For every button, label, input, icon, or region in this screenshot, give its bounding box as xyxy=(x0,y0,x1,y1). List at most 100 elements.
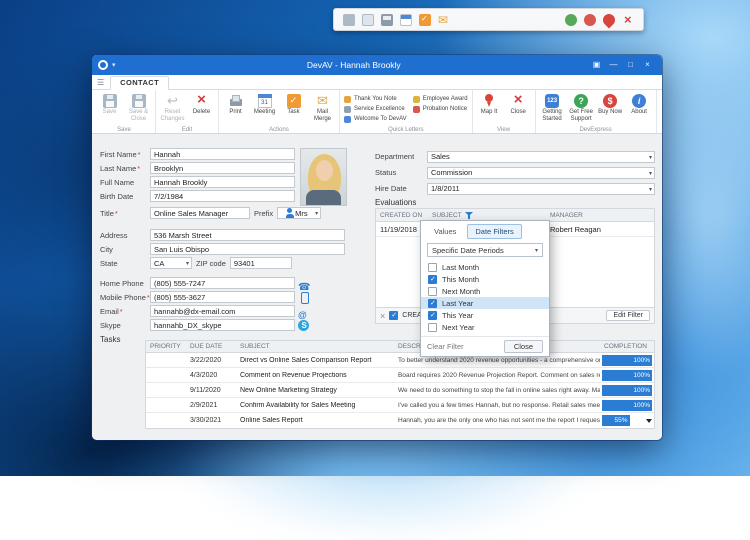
status-label: Status xyxy=(375,168,427,177)
email-field[interactable]: hannahb@dx-email.com xyxy=(150,305,295,317)
quick-access-arrow-icon[interactable]: ▾ xyxy=(112,61,116,69)
checkbox[interactable] xyxy=(428,311,437,320)
minimize-button[interactable]: — xyxy=(605,55,622,75)
skype-field[interactable]: hannahb_DX_skype xyxy=(150,319,295,331)
tab-values[interactable]: Values xyxy=(426,224,464,239)
app-window: ▾ DevAV - Hannah Brookly ▣ — □ × ☰ CONTA… xyxy=(92,55,662,440)
getting-started-button[interactable]: Getting Started xyxy=(538,92,567,124)
hire-date-combo[interactable]: 1/8/2011 xyxy=(427,183,655,195)
delete-button[interactable]: Delete xyxy=(187,92,216,124)
home-phone-field[interactable]: (805) 555-7247 xyxy=(150,277,295,289)
city-label: City xyxy=(100,245,150,254)
clear-filter-button[interactable]: Clear Filter xyxy=(427,342,464,351)
quick-letter-thank-you-note[interactable]: Thank You Note xyxy=(342,94,409,104)
title-field[interactable]: Online Sales Manager xyxy=(150,207,250,219)
close-red-icon xyxy=(511,94,525,108)
filter-option-this-year[interactable]: This Year xyxy=(421,309,549,321)
filter-option-last-month[interactable]: Last Month xyxy=(421,261,549,273)
edit-filter-button[interactable]: Edit Filter xyxy=(606,310,650,321)
ribbon: Save Save & Close Save Reset Changes Del… xyxy=(92,90,662,134)
completion-dropdown-icon[interactable] xyxy=(646,419,652,423)
checkbox[interactable] xyxy=(428,323,437,332)
reset-changes-button[interactable]: Reset Changes xyxy=(158,92,187,124)
prefix-combo[interactable]: Mrs xyxy=(277,207,321,219)
map-it-button[interactable]: Map It xyxy=(475,92,504,124)
zip-field[interactable]: 93401 xyxy=(230,257,292,269)
quick-letters-list: Thank You Note Service Excellence Welcom… xyxy=(342,92,470,124)
save-and-close-button[interactable]: Save & Close xyxy=(124,92,153,124)
birth-date-field[interactable]: 7/2/1984 xyxy=(150,190,295,202)
buy-now-button[interactable]: Buy Now xyxy=(596,92,625,124)
city-field[interactable]: San Luis Obispo xyxy=(150,243,345,255)
close-popup-button[interactable]: Close xyxy=(504,340,543,353)
column-header-priority[interactable]: PRIORITY xyxy=(146,343,186,350)
filter-funnel-icon[interactable] xyxy=(465,211,473,219)
tab-contact[interactable]: CONTACT xyxy=(110,76,169,90)
meeting-button[interactable]: Meeting xyxy=(250,92,279,124)
skype-icon xyxy=(298,320,309,331)
column-header-subject[interactable]: SUBJECT xyxy=(428,211,546,219)
about-button[interactable]: About xyxy=(625,92,654,124)
app-logo-icon xyxy=(98,60,108,70)
subject-cell: Confirm Availability for Sales Meeting xyxy=(236,402,394,409)
column-header-subject[interactable]: SUBJECT xyxy=(236,343,394,350)
quick-letter-service-excellence[interactable]: Service Excellence xyxy=(342,104,409,114)
full-name-field[interactable]: Hannah Brookly xyxy=(150,176,295,188)
file-menu-button[interactable]: ☰ xyxy=(97,76,104,89)
filter-option-next-year[interactable]: Next Year xyxy=(421,321,549,333)
quick-letter-employee-award[interactable]: Employee Award xyxy=(411,94,470,104)
filter-option-next-month[interactable]: Next Month xyxy=(421,285,549,297)
save-close-icon xyxy=(132,94,146,108)
checkbox[interactable] xyxy=(428,287,437,296)
close-view-button[interactable]: Close xyxy=(504,92,533,124)
mail-merge-button[interactable]: Mail Merge xyxy=(308,92,337,124)
first-name-field[interactable]: Hannah xyxy=(150,148,295,160)
filter-option-this-month[interactable]: This Month xyxy=(421,273,549,285)
completion-cell: 100% xyxy=(600,368,654,383)
maximize-button[interactable]: □ xyxy=(622,55,639,75)
column-header-due-date[interactable]: DUE DATE xyxy=(186,343,236,350)
medal-icon xyxy=(344,106,351,113)
ribbon-group-edit: Reset Changes Delete Edit xyxy=(156,90,219,133)
app-icon xyxy=(343,14,355,26)
address-field[interactable]: 536 Marsh Street xyxy=(150,229,345,241)
task-row[interactable]: 3/22/2020 Direct vs Online Sales Compari… xyxy=(146,353,654,368)
checkbox[interactable] xyxy=(428,275,437,284)
get-free-support-button[interactable]: Get Free Support xyxy=(567,92,596,124)
theme-button[interactable]: ▣ xyxy=(588,55,605,75)
person-icon xyxy=(284,207,295,219)
task-row[interactable]: 3/30/2021 Online Sales Report Hannah, yo… xyxy=(146,413,654,428)
close-button[interactable]: × xyxy=(639,55,656,75)
state-combo[interactable]: CA xyxy=(150,257,192,269)
subject-cell: New Online Marketing Strategy xyxy=(236,387,394,394)
map-pin-icon xyxy=(601,11,618,28)
department-combo[interactable]: Sales xyxy=(427,151,655,163)
tab-date-filters[interactable]: Date Filters xyxy=(467,224,521,239)
contact-photo[interactable] xyxy=(300,148,347,206)
column-header-completion[interactable]: COMPLETION xyxy=(600,343,654,350)
date-period-combo[interactable]: Specific Date Periods ▾ xyxy=(427,243,543,257)
column-header-created-on[interactable]: CREATED ON xyxy=(376,212,428,219)
ribbon-tab-row: ☰ CONTACT xyxy=(92,75,662,90)
mobile-phone-field[interactable]: (805) 555-3627 xyxy=(150,291,295,303)
task-row[interactable]: 2/9/2021 Confirm Availability for Sales … xyxy=(146,398,654,413)
titlebar[interactable]: ▾ DevAV - Hannah Brookly ▣ — □ × xyxy=(92,55,662,75)
checkbox[interactable] xyxy=(428,299,437,308)
task-row[interactable]: 4/3/2020 Comment on Revenue Projections … xyxy=(146,368,654,383)
status-combo[interactable]: Commission xyxy=(427,167,655,179)
save-button[interactable]: Save xyxy=(95,92,124,124)
filter-enabled-checkbox[interactable] xyxy=(389,311,398,320)
column-header-manager[interactable]: MANAGER xyxy=(546,212,654,219)
remove-filter-icon[interactable]: × xyxy=(380,309,385,323)
tasks-grid: PRIORITY DUE DATE SUBJECT DESCRIPTION CO… xyxy=(145,340,655,429)
task-button[interactable]: Task xyxy=(279,92,308,124)
task-row[interactable]: 9/11/2020 New Online Marketing Strategy … xyxy=(146,383,654,398)
quick-letter-welcome[interactable]: Welcome To DevAV xyxy=(342,114,409,124)
prefix-label: Prefix xyxy=(254,209,273,218)
print-button[interactable]: Print xyxy=(221,92,250,124)
quick-letter-probation-notice[interactable]: Probation Notice xyxy=(411,104,470,114)
filter-option-last-year[interactable]: Last Year xyxy=(421,297,549,309)
last-name-field[interactable]: Brooklyn xyxy=(150,162,295,174)
checkbox[interactable] xyxy=(428,263,437,272)
buy-now-icon xyxy=(603,94,617,108)
